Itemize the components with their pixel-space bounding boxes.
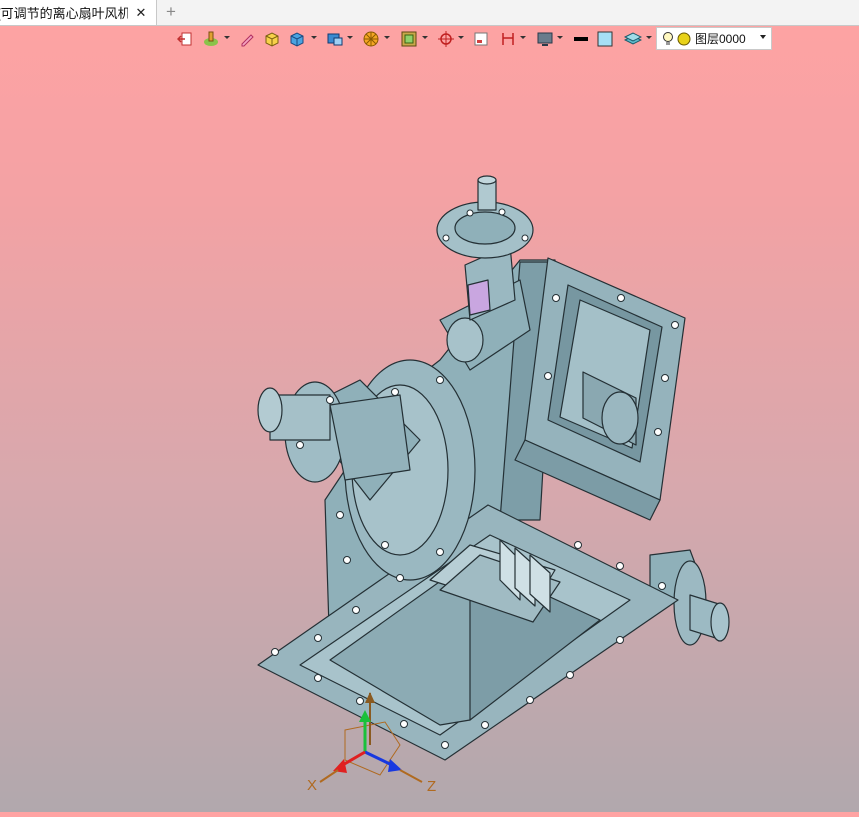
box-icon[interactable] [286, 28, 308, 50]
pen-icon[interactable] [238, 28, 256, 50]
tab-title: [可调节的离心扇叶风机] [0, 6, 128, 21]
sun-icon[interactable] [677, 32, 691, 46]
layer-select[interactable]: 图层0000 [656, 27, 772, 50]
crosshair-icon[interactable] [436, 28, 456, 50]
view-cube-icon[interactable] [324, 28, 346, 50]
chevron-down-icon[interactable] [311, 36, 317, 39]
chevron-down-icon[interactable] [557, 36, 563, 39]
layer-stack-icon[interactable] [622, 28, 644, 50]
document-tab[interactable]: [可调节的离心扇叶风机] ✕ [0, 0, 157, 25]
chevron-down-icon[interactable] [422, 36, 428, 39]
fan-model-view [257, 175, 730, 783]
paint-icon[interactable] [200, 28, 222, 50]
close-tab-icon[interactable]: ✕ [132, 4, 150, 22]
fill-color-swatch[interactable] [596, 28, 614, 50]
texture-icon[interactable] [398, 28, 420, 50]
axis-label-z: Z [427, 778, 437, 795]
layer-name: 图层0000 [695, 32, 746, 46]
shaded-box-icon[interactable] [262, 28, 282, 50]
render-wheel-icon[interactable] [360, 28, 382, 50]
line-color-swatch[interactable] [572, 28, 590, 50]
chevron-down-icon[interactable] [520, 36, 526, 39]
chevron-down-icon[interactable] [760, 35, 766, 39]
tab-bar: [可调节的离心扇叶风机] ✕ + [0, 0, 859, 26]
chevron-down-icon[interactable] [384, 36, 390, 39]
monitor-icon[interactable] [534, 28, 556, 50]
axis-label-x: X [307, 777, 318, 794]
chevron-down-icon[interactable] [224, 36, 230, 39]
chevron-down-icon[interactable] [646, 36, 652, 39]
frame-icon[interactable] [472, 28, 490, 50]
chevron-down-icon[interactable] [347, 36, 353, 39]
3d-viewport[interactable]: X Z [0, 52, 859, 812]
bulb-icon[interactable] [661, 31, 675, 47]
right-shaft-end [710, 602, 730, 642]
left-shaft-end [257, 387, 283, 433]
new-tab-icon[interactable]: + [162, 2, 180, 22]
exit-icon[interactable] [176, 28, 194, 50]
dimension-icon[interactable] [498, 28, 518, 50]
chevron-down-icon[interactable] [458, 36, 464, 39]
